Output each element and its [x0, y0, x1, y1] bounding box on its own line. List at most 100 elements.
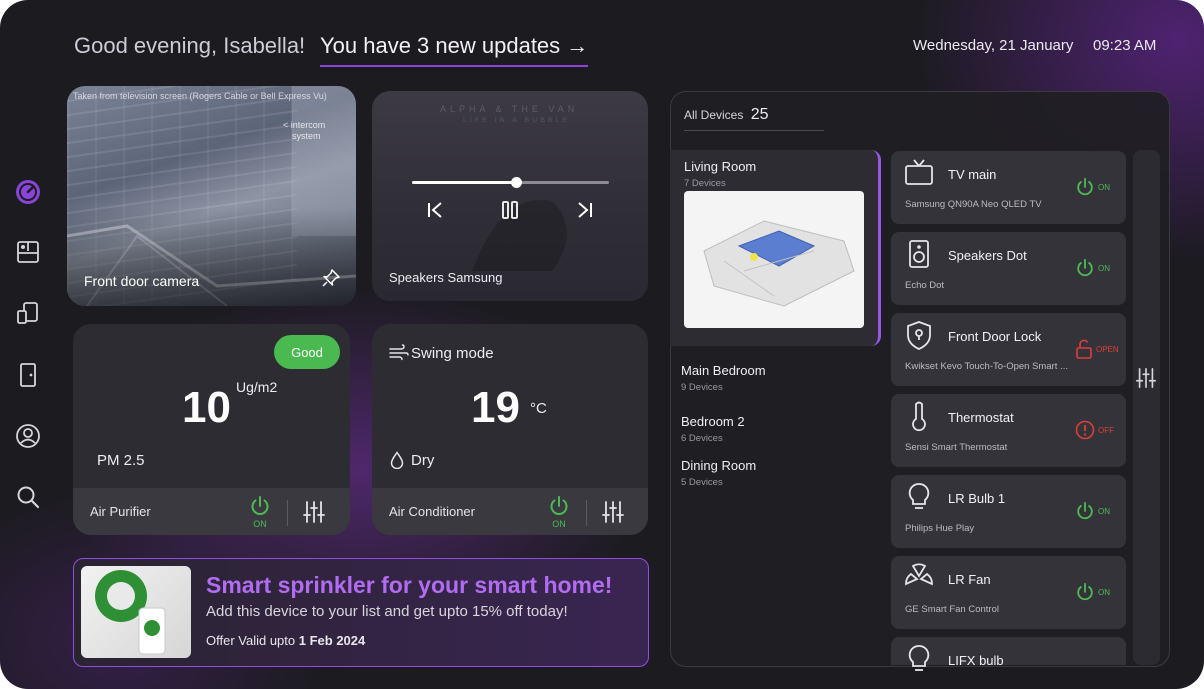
sprinkler-product-image: [81, 566, 191, 658]
pause-button[interactable]: [500, 200, 520, 225]
promo-offer: Offer Valid upto 1 Feb 2024: [206, 633, 365, 648]
device-card[interactable]: Speakers Dot Echo Dot ON: [891, 232, 1126, 305]
room-item-main-bedroom[interactable]: Main Bedroom 9 Devices: [681, 363, 766, 393]
device-status: ON: [1098, 263, 1110, 273]
device-power-toggle[interactable]: ON: [1075, 258, 1110, 278]
power-icon: [1077, 258, 1093, 277]
device-power-toggle[interactable]: OPEN: [1075, 339, 1119, 359]
alert-icon: [1075, 420, 1095, 440]
device-model: Philips Hue Play: [905, 523, 975, 534]
air-conditioner-settings-button[interactable]: [601, 500, 625, 529]
device-name: LR Bulb 1: [948, 491, 1006, 506]
footer-divider: [586, 500, 587, 526]
intercom-note-line2: system: [292, 131, 321, 141]
nav-door[interactable]: [13, 360, 43, 390]
previous-button[interactable]: [426, 200, 446, 225]
room-device-count: 5 Devices: [681, 477, 723, 488]
power-state: ON: [253, 519, 267, 529]
sliders-icon: [1136, 368, 1156, 388]
promo-offer-prefix: Offer Valid upto: [206, 633, 299, 648]
device-card[interactable]: Thermostat Sensi Smart Thermostat OFF: [891, 394, 1126, 467]
door-icon: [20, 363, 36, 387]
device-status: ON: [1098, 182, 1110, 192]
room-item-dining-room[interactable]: Dining Room 5 Devices: [681, 458, 756, 488]
device-card[interactable]: LR Fan GE Smart Fan Control ON: [891, 556, 1126, 629]
power-icon: [1077, 501, 1093, 520]
sliders-icon: [602, 501, 624, 523]
nav-dashboard[interactable]: [13, 177, 43, 207]
device-card[interactable]: LR Bulb 1 Philips Hue Play ON: [891, 475, 1126, 548]
next-button[interactable]: [574, 200, 594, 225]
device-card[interactable]: LIFX bulb: [891, 637, 1126, 671]
device-model: Echo Dot: [905, 280, 945, 291]
ac-setting[interactable]: Dry: [411, 452, 434, 469]
skip-previous-icon: [428, 202, 442, 218]
room-name: Dining Room: [681, 458, 757, 473]
ac-temperature: 19: [471, 383, 520, 432]
nav-profile[interactable]: [13, 421, 43, 451]
air-purifier-settings-button[interactable]: [302, 500, 326, 529]
unlock-icon: [1076, 339, 1092, 359]
device-name: Thermostat: [948, 410, 1014, 425]
dashboard-gauge-icon: [16, 180, 40, 204]
nav-devices[interactable]: [13, 298, 43, 328]
swing-mode-label[interactable]: Swing mode: [411, 345, 494, 362]
air-conditioner-name: Air Conditioner: [389, 504, 475, 519]
pm-metric: PM 2.5: [97, 452, 145, 469]
promo-title: Smart sprinkler for your smart home!: [206, 572, 613, 598]
air-purifier-power-toggle[interactable]: ON: [248, 495, 272, 529]
device-model: Samsung QN90A Neo QLED TV: [905, 199, 1042, 210]
device-name: TV main: [948, 167, 997, 182]
speakers-label: Speakers Samsung: [389, 270, 503, 285]
current-date: Wednesday, 21 January: [913, 37, 1074, 54]
air-quality-badge: Good: [274, 335, 340, 369]
album-subtitle: LIFE IN A BUBBLE: [463, 117, 571, 124]
thermometer-icon: [903, 400, 935, 437]
album-art-shape: [472, 199, 567, 271]
intercom-note: < intercom system: [283, 120, 325, 142]
fan-icon: [903, 562, 935, 599]
device-name: Speakers Dot: [948, 248, 1027, 263]
device-model: Kwikset Kevo Touch-To-Open Smart ...: [905, 361, 1068, 372]
pm-value: 10: [182, 383, 231, 432]
updates-link[interactable]: You have 3 new updates →: [320, 33, 589, 67]
all-devices-underline: [684, 130, 824, 131]
room-device-count: 6 Devices: [681, 433, 723, 444]
intercom-note-line1: < intercom: [283, 120, 326, 130]
device-card[interactable]: TV main Samsung QN90A Neo QLED TV ON: [891, 151, 1126, 224]
floorplan-image: [684, 191, 864, 328]
power-icon: [1077, 177, 1093, 196]
playback-knob[interactable]: [510, 177, 522, 188]
device-model: Sensi Smart Thermostat: [905, 442, 1008, 453]
bulb-icon: [903, 643, 935, 680]
all-devices-header[interactable]: All Devices 25: [684, 106, 769, 124]
pause-icon: [502, 201, 518, 219]
device-filter-button[interactable]: [1135, 367, 1157, 394]
device-power-toggle[interactable]: ON: [1075, 177, 1110, 197]
room-name: Main Bedroom: [681, 363, 766, 378]
power-state: ON: [552, 519, 566, 529]
speaker-icon: [903, 238, 935, 275]
room-name: Living Room: [684, 159, 757, 174]
power-icon: [251, 496, 269, 515]
playback-track[interactable]: [412, 177, 609, 188]
air-conditioner-power-toggle[interactable]: ON: [547, 495, 571, 529]
playback-progress: [412, 181, 517, 184]
device-status: ON: [1098, 506, 1110, 516]
device-card[interactable]: Front Door Lock Kwikset Kevo Touch-To-Ope…: [891, 313, 1126, 386]
room-name: Bedroom 2: [681, 414, 745, 429]
device-power-toggle[interactable]: ON: [1075, 501, 1110, 521]
nav-rooms[interactable]: [13, 237, 43, 267]
device-power-toggle[interactable]: OFF: [1075, 420, 1114, 440]
device-power-toggle[interactable]: ON: [1075, 582, 1110, 602]
pin-button[interactable]: [321, 268, 341, 293]
device-name: LIFX bulb: [948, 653, 1004, 668]
device-filter-bar[interactable]: [1133, 150, 1160, 665]
search-icon: [17, 486, 40, 509]
room-item-bedroom-2[interactable]: Bedroom 2 6 Devices: [681, 414, 745, 444]
camera-feed-caption: Taken from television screen (Rogers Cab…: [73, 91, 327, 101]
device-status: ON: [1098, 587, 1110, 597]
footer-divider: [287, 500, 288, 526]
pm-unit: Ug/m2: [236, 379, 278, 395]
nav-search[interactable]: [13, 482, 43, 512]
